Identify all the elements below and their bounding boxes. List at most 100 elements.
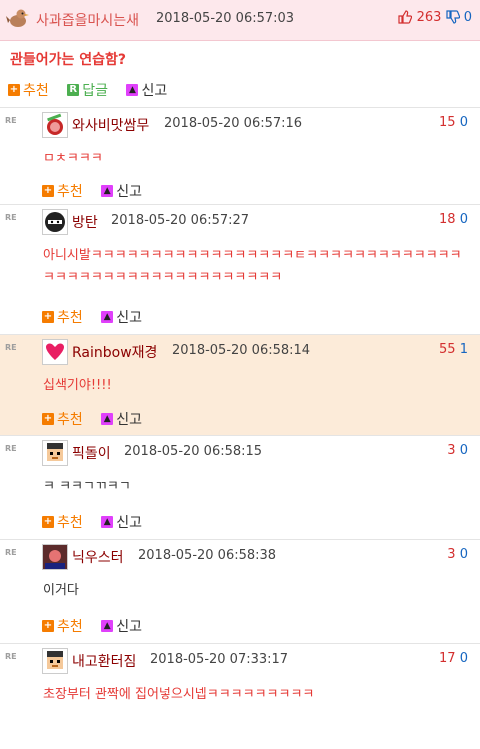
comment-item: RE 방탄 2018-05-20 06:57:27 18 0 아니시발ㅋㅋㅋㅋㅋ… <box>0 204 480 334</box>
photo-avatar-icon[interactable] <box>42 544 68 570</box>
comment-nickname[interactable]: 방탄 <box>72 212 98 232</box>
reply-arrow-icon: RE <box>5 343 17 352</box>
recommend-button[interactable]: + 추천 <box>42 181 83 201</box>
plus-icon: + <box>42 516 54 528</box>
recommend-button[interactable]: + 추천 <box>8 80 49 100</box>
comment-down-count[interactable]: 0 <box>460 547 468 562</box>
report-button[interactable]: ▲ 신고 <box>126 80 167 100</box>
comment-down-count[interactable]: 0 <box>460 651 468 666</box>
report-button[interactable]: ▲ 신고 <box>101 512 142 532</box>
reply-arrow-icon: RE <box>5 213 17 222</box>
comment-actions: + 추천 ▲ 신고 <box>42 616 156 636</box>
recommend-button[interactable]: + 추천 <box>42 616 83 636</box>
report-label: 신고 <box>116 310 142 326</box>
reply-arrow-icon: RE <box>5 116 17 125</box>
recommend-button[interactable]: + 추천 <box>42 307 83 327</box>
alarm-icon: ▲ <box>101 620 114 632</box>
comment-up-count[interactable]: 3 <box>447 547 455 562</box>
comment-body-line-1: 아니시발ㅋㅋㅋㅋㅋㅋㅋㅋㅋㅋㅋㅋㅋㅋㅋㅋㅋㅌㅋㅋㅋㅋㅋㅋㅋㅋㅋㅋㅋㅋㅋ <box>43 248 462 263</box>
alarm-icon: ▲ <box>101 413 114 425</box>
post-nickname[interactable]: 사과즙을마시는새 <box>36 10 139 30</box>
comment-votes: 55 1 <box>439 342 468 357</box>
comment-votes: 18 0 <box>439 212 468 227</box>
recommend-label: 추천 <box>57 619 83 635</box>
alarm-icon: ▲ <box>101 516 114 528</box>
post-up-count: 263 <box>416 10 442 25</box>
heart-avatar-icon[interactable] <box>42 339 68 365</box>
comment-nickname[interactable]: 내고환터짐 <box>72 651 136 671</box>
comment-item: RE 픽돌이 2018-05-20 06:58:15 3 0 ㅋ ㅋㅋㄱㄲㅋㄱ … <box>0 435 480 539</box>
reply-arrow-icon: RE <box>5 548 17 557</box>
post-date: 2018-05-20 06:57:03 <box>156 11 295 26</box>
comment-up-count[interactable]: 17 <box>439 651 456 666</box>
recommend-label: 추천 <box>57 184 83 200</box>
comment-actions: + 추천 ▲ 신고 <box>42 307 156 327</box>
comment-nickname[interactable]: 픽돌이 <box>72 443 111 463</box>
comment-actions: + 추천 ▲ 신고 <box>42 512 156 532</box>
comment-down-count[interactable]: 0 <box>460 115 468 130</box>
comment-date: 2018-05-20 06:57:27 <box>111 213 250 228</box>
report-label: 신고 <box>116 619 142 635</box>
post-down-count: 0 <box>463 10 472 25</box>
post-title: 관들어가는 연습함? <box>10 52 127 68</box>
comment-body: 이거다 <box>43 583 79 598</box>
comment-actions: + 추천 ▲ 신고 <box>42 181 156 201</box>
recommend-label: 추천 <box>57 515 83 531</box>
report-label: 신고 <box>116 412 142 428</box>
alarm-icon: ▲ <box>126 84 139 96</box>
plus-icon: + <box>42 413 54 425</box>
comment-date: 2018-05-20 06:58:15 <box>124 444 263 459</box>
comment-up-count[interactable]: 55 <box>439 342 456 357</box>
comment-down-count[interactable]: 0 <box>460 212 468 227</box>
comment-up-count[interactable]: 15 <box>439 115 456 130</box>
reply-arrow-icon: RE <box>5 652 17 661</box>
report-button[interactable]: ▲ 신고 <box>101 616 142 636</box>
comment-votes: 17 0 <box>439 651 468 666</box>
comment-item: RE Rainbow재경 2018-05-20 06:58:14 55 1 십색… <box>0 334 480 435</box>
comment-body: ㅁㅊㅋㅋㅋ <box>43 151 103 166</box>
reply-label: 답글 <box>82 83 108 99</box>
pixel-character-avatar-icon[interactable] <box>42 648 68 674</box>
comment-votes: 3 0 <box>447 443 468 458</box>
comment-item: RE 와사비맛쌈무 2018-05-20 06:57:16 15 0 ㅁㅊㅋㅋㅋ… <box>0 107 480 204</box>
comment-up-count[interactable]: 3 <box>447 443 455 458</box>
comment-body: ㅋ ㅋㅋㄱㄲㅋㄱ <box>43 479 131 494</box>
comment-up-count[interactable]: 18 <box>439 212 456 227</box>
comment-date: 2018-05-20 06:57:16 <box>164 116 303 131</box>
thumbs-up-icon[interactable] <box>398 10 413 24</box>
pixel-character-avatar-icon[interactable] <box>42 440 68 466</box>
report-button[interactable]: ▲ 신고 <box>101 307 142 327</box>
post-votes: 263 0 <box>398 10 472 25</box>
report-button[interactable]: ▲ 신고 <box>101 409 142 429</box>
comment-nickname[interactable]: Rainbow재경 <box>72 342 157 362</box>
post-header: 사과즙을마시는새 2018-05-20 06:57:03 263 0 <box>0 0 480 41</box>
report-label: 신고 <box>116 184 142 200</box>
comment-date: 2018-05-20 06:58:14 <box>172 343 311 358</box>
reply-button[interactable]: R 답글 <box>67 80 108 100</box>
comment-body: 아니시발ㅋㅋㅋㅋㅋㅋㅋㅋㅋㅋㅋㅋㅋㅋㅋㅋㅋㅌㅋㅋㅋㅋㅋㅋㅋㅋㅋㅋㅋㅋㅋ ㅋㅋㅋㅋ… <box>43 245 462 289</box>
alarm-icon: ▲ <box>101 311 114 323</box>
bird-avatar-icon[interactable] <box>6 6 30 30</box>
ninja-avatar-icon[interactable] <box>42 209 68 235</box>
comment-date: 2018-05-20 06:58:38 <box>138 548 277 563</box>
recommend-button[interactable]: + 추천 <box>42 409 83 429</box>
post-actions: + 추천 R 답글 ▲ 신고 <box>8 80 181 100</box>
report-label: 신고 <box>141 83 168 99</box>
report-button[interactable]: ▲ 신고 <box>101 181 142 201</box>
comment-nickname[interactable]: 닉우스터 <box>72 547 124 567</box>
comment-votes: 3 0 <box>447 547 468 562</box>
recommend-label: 추천 <box>57 310 83 326</box>
alarm-icon: ▲ <box>101 185 114 197</box>
thumbs-down-icon[interactable] <box>445 10 460 24</box>
recommend-button[interactable]: + 추천 <box>42 512 83 532</box>
reply-icon: R <box>67 84 80 96</box>
bowl-avatar-icon[interactable] <box>42 112 68 138</box>
comment-votes: 15 0 <box>439 115 468 130</box>
plus-icon: + <box>42 185 54 197</box>
comment-nickname[interactable]: 와사비맛쌈무 <box>72 115 149 135</box>
comment-down-count[interactable]: 1 <box>460 342 468 357</box>
comment-down-count[interactable]: 0 <box>460 443 468 458</box>
comment-date: 2018-05-20 07:33:17 <box>150 652 289 667</box>
comment-body: 십색기야!!!! <box>43 378 112 393</box>
comment-item: RE 내고환터짐 2018-05-20 07:33:17 17 0 초장부터 관… <box>0 643 480 749</box>
